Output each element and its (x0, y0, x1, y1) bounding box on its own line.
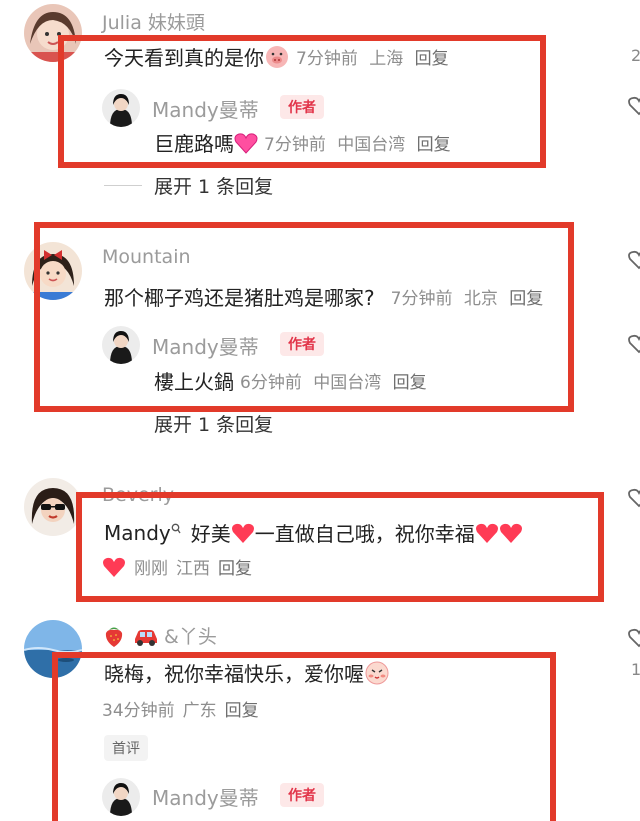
reply-username[interactable]: Mandy曼蒂 (152, 782, 259, 811)
comment-username[interactable]: Mountain (102, 246, 191, 268)
reply-link[interactable]: 回复 (393, 373, 427, 393)
reply-link[interactable]: 回复 (218, 554, 252, 579)
first-comment-tag: 首评 (104, 735, 148, 761)
red-heart-emoji-icon (499, 523, 522, 543)
author-badge: 作者 (280, 95, 324, 119)
comment-text: 今天看到真的是你 7分钟前 上海 回复 (104, 42, 455, 71)
reply-link[interactable]: 回复 (415, 49, 449, 69)
red-heart-emoji-icon (231, 523, 254, 543)
comment-username[interactable]: Beverly (102, 484, 174, 506)
avatar-mandy[interactable] (102, 778, 140, 816)
expand-replies-button[interactable]: 展开 1 条回复 (104, 172, 273, 199)
car-emoji-icon (135, 629, 157, 646)
divider-line (104, 185, 142, 186)
reply-text: 巨鹿路嗎 7分钟前 中国台湾 回复 (154, 128, 457, 157)
heart-outline-icon[interactable] (628, 488, 640, 508)
author-badge: 作者 (280, 783, 324, 807)
reply-text: 樓上火鍋 6分钟前 中国台湾 回复 (154, 366, 433, 395)
expand-replies-button[interactable]: 展开 1 条回复 (154, 410, 273, 437)
search-icon (171, 523, 181, 533)
heart-outline-icon[interactable] (628, 250, 640, 270)
red-heart-emoji-icon (475, 523, 498, 543)
blushing-face-emoji-icon (365, 661, 389, 684)
comment-text: 晓梅，祝你幸福快乐，爱你喔 (104, 658, 390, 687)
comment-text: 那个椰子鸡还是猪肚鸡是哪家? 7分钟前 北京 回复 (104, 282, 549, 311)
avatar-beverly[interactable] (24, 478, 82, 536)
strawberry-emoji-icon (105, 627, 123, 647)
red-heart-emoji-icon (103, 557, 125, 577)
pink-heart-emoji-icon (234, 132, 258, 154)
author-badge: 作者 (280, 332, 324, 356)
like-count: 2 (631, 46, 640, 65)
avatar-mountain[interactable] (24, 242, 82, 300)
reply-link[interactable]: 回复 (509, 289, 543, 309)
comment-username[interactable]: Julia 妹妹頭 (102, 8, 205, 35)
comment-meta: 刚刚 江西 回复 (102, 554, 260, 579)
comment-meta: 34分钟前 广东 回复 (102, 696, 267, 721)
reply-meta: 7分钟前 中国台湾 回复 (264, 135, 451, 155)
reply-link[interactable]: 回复 (417, 135, 451, 155)
avatar-mandy[interactable] (102, 89, 140, 127)
like-count: 1 (631, 660, 640, 679)
comment-text: Mandy 好美 一直做自己哦，祝你幸福 (104, 518, 523, 547)
comment-username[interactable]: &丫头 (102, 622, 217, 649)
avatar-mandy[interactable] (102, 326, 140, 364)
reply-link[interactable]: 回复 (225, 696, 259, 721)
highlight-box (76, 492, 604, 602)
comment-meta: 7分钟前 上海 回复 (296, 49, 449, 69)
avatar-julia[interactable] (24, 4, 82, 62)
heart-outline-icon[interactable] (628, 334, 640, 354)
reply-username[interactable]: Mandy曼蒂 (152, 94, 259, 123)
reply-meta: 6分钟前 中国台湾 回复 (240, 373, 427, 393)
mention-user[interactable]: Mandy (104, 521, 171, 545)
comment-meta: 7分钟前 北京 回复 (390, 289, 544, 309)
reply-username[interactable]: Mandy曼蒂 (152, 331, 259, 360)
avatar-yatou[interactable] (24, 620, 82, 678)
pig-face-emoji-icon (266, 45, 288, 68)
heart-outline-icon[interactable] (628, 96, 640, 116)
heart-outline-icon[interactable] (628, 628, 640, 648)
